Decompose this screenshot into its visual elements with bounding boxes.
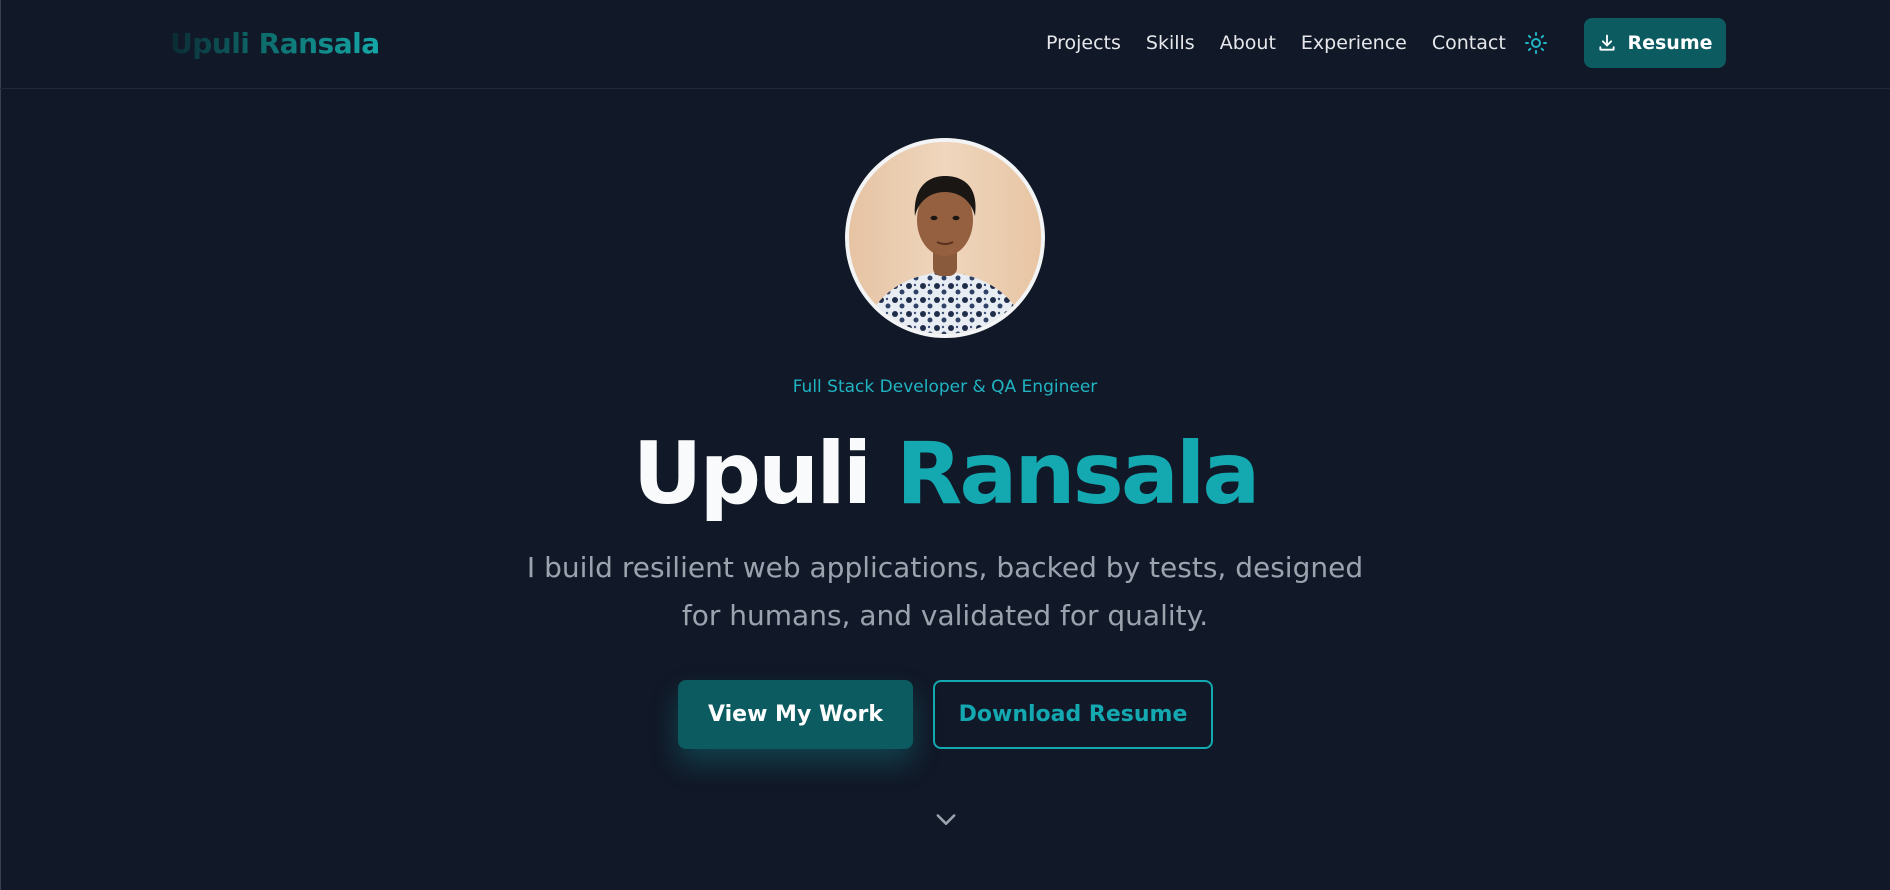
theme-toggle-button[interactable]	[1522, 29, 1550, 57]
nav-link-contact[interactable]: Contact	[1432, 30, 1506, 56]
nav-link-skills[interactable]: Skills	[1146, 30, 1195, 56]
download-resume-button[interactable]: Download Resume	[933, 680, 1213, 749]
hero-last-name: Ransala	[896, 424, 1260, 524]
resume-button[interactable]: Resume	[1584, 18, 1726, 68]
view-my-work-button[interactable]: View My Work	[678, 680, 913, 749]
nav-link-about[interactable]: About	[1220, 30, 1276, 56]
hero-tagline: Full Stack Developer & QA Engineer	[792, 377, 1098, 397]
scroll-down-button[interactable]	[931, 804, 961, 834]
hero-first-name: Upuli	[632, 424, 873, 524]
chevron-down-icon	[936, 814, 956, 825]
hero-title: Upuli Ransala	[0, 424, 1890, 524]
profile-photo	[849, 142, 1041, 334]
top-navbar: Upuli Ransala Projects Skills About Expe…	[0, 0, 1890, 89]
nav-link-projects[interactable]: Projects	[1046, 30, 1121, 56]
hero-subtitle: I build resilient web applications, back…	[526, 551, 1364, 632]
resume-button-label: Resume	[1627, 32, 1713, 54]
brand-logo[interactable]: Upuli Ransala	[170, 27, 380, 61]
avatar-frame	[845, 138, 1045, 338]
sun-icon	[1525, 32, 1547, 54]
avatar	[849, 142, 1041, 334]
download-icon	[1599, 34, 1616, 51]
nav-link-experience[interactable]: Experience	[1301, 30, 1407, 56]
nav-links: Projects Skills About Experience Contact	[1046, 30, 1531, 56]
